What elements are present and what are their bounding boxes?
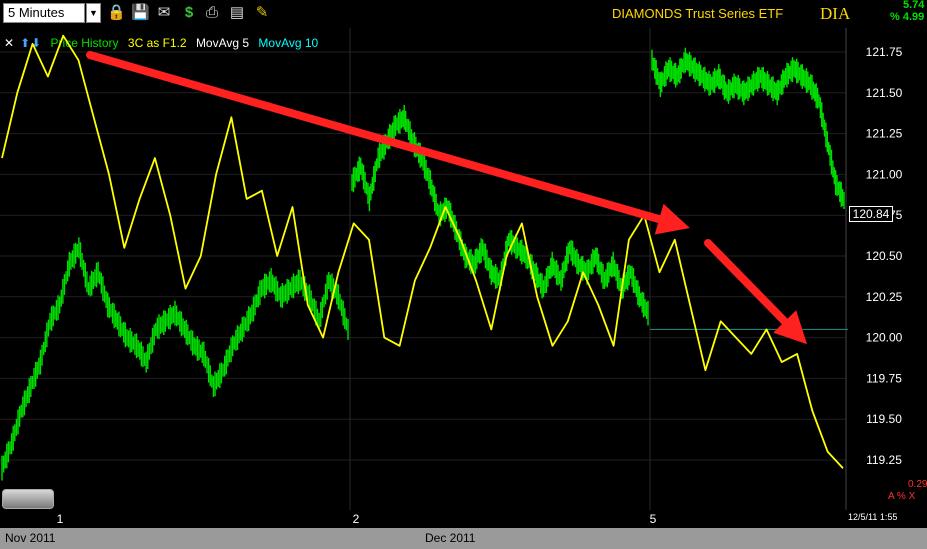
indicator-label: A % X	[888, 491, 916, 502]
x-tick-label: 1	[57, 512, 64, 526]
y-tick-label: 119.50	[866, 412, 902, 426]
scroll-handle[interactable]	[2, 489, 54, 509]
indicator-value: 0.29	[908, 479, 927, 490]
last-price-tag: 120.84	[849, 206, 893, 222]
y-tick-label: 121.25	[866, 127, 903, 141]
y-tick-label: 121.75	[866, 45, 903, 59]
divergence-arrow-2	[704, 239, 808, 345]
y-tick-label: 119.25	[866, 453, 902, 467]
x-tick-label: 5	[650, 512, 657, 526]
y-tick-label: 120.25	[866, 290, 903, 304]
y-tick-label: 121.50	[866, 86, 903, 100]
y-tick-label: 120.50	[866, 249, 903, 263]
x-tick-label: 2	[353, 512, 360, 526]
price-chart: 121.75121.50121.25121.00120.75120.50120.…	[0, 28, 903, 526]
y-tick-label: 119.75	[866, 371, 902, 385]
month-label-nov: Nov 2011	[5, 531, 56, 545]
timestamp: 12/5/11 1:55	[848, 512, 898, 522]
divergence-arrow-1	[86, 51, 690, 235]
y-tick-label: 120.00	[866, 331, 903, 345]
y-tick-label: 121.00	[866, 167, 903, 181]
month-label-dec: Dec 2011	[425, 531, 476, 545]
